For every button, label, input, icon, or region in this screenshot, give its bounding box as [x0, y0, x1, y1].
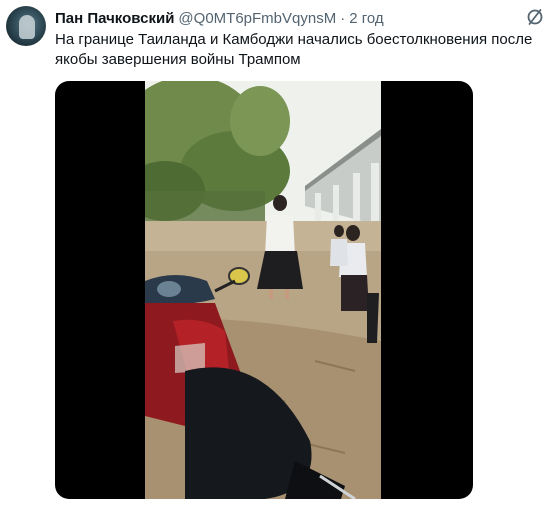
video-media[interactable] [55, 81, 473, 499]
tweet-text: На границе Таиланда и Камбоджи начались … [55, 31, 533, 68]
slashed-circle-icon[interactable] [525, 7, 545, 27]
avatar-figure [19, 15, 35, 39]
video-scene-illustration [145, 81, 381, 499]
author-name[interactable]: Пан Пачковский [55, 10, 174, 27]
tweet-card: Пан Пачковский @Q0MT6pFmbVqynsM · 2 год … [0, 0, 551, 506]
author-avatar[interactable] [6, 6, 46, 46]
video-frame [145, 81, 381, 499]
tweet-timestamp[interactable]: 2 год [349, 10, 383, 27]
tweet-header: Пан Пачковский @Q0MT6pFmbVqynsM · 2 год [55, 8, 384, 28]
separator-dot: · [340, 9, 346, 27]
author-handle[interactable]: @Q0MT6pFmbVqynsM [178, 10, 336, 27]
